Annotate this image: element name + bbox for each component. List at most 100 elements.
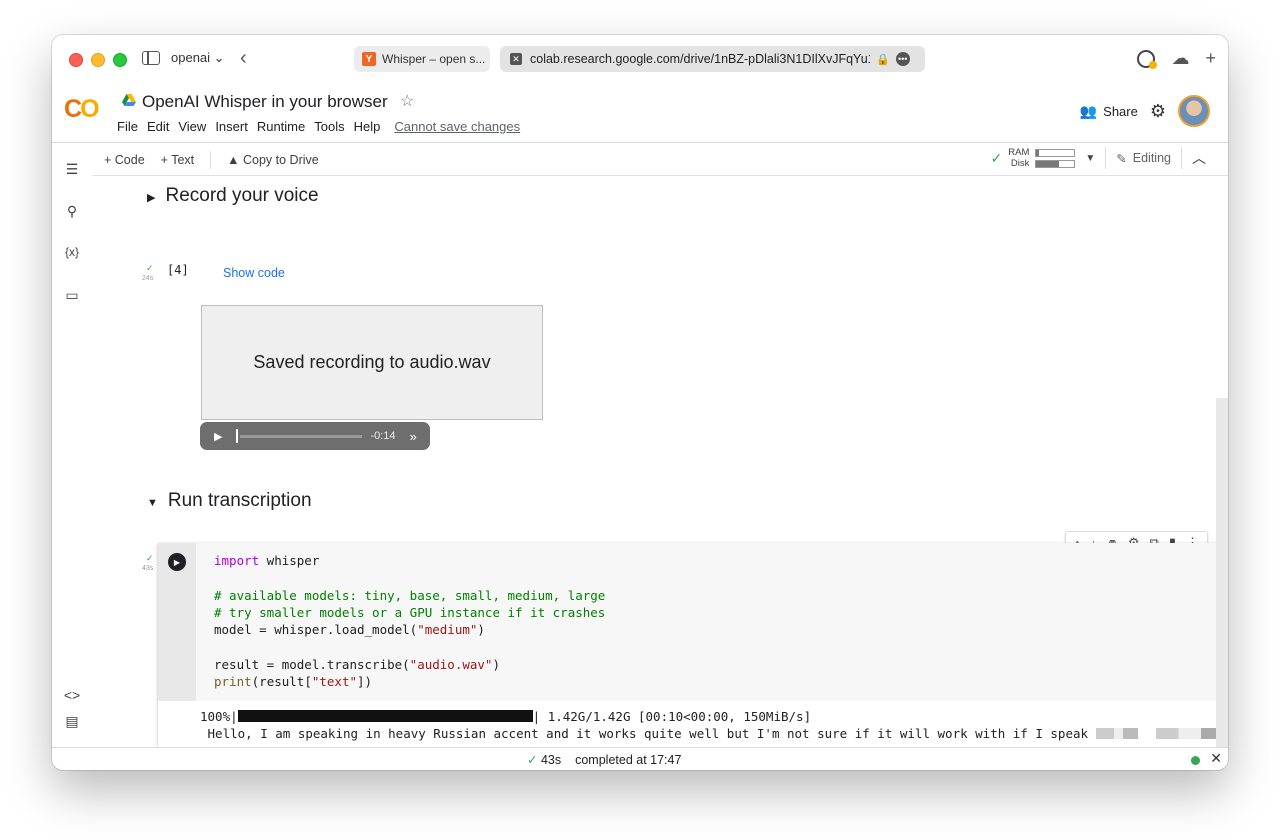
add-code-button[interactable]: + Code bbox=[104, 153, 145, 167]
back-arrow-icon[interactable]: ‹ bbox=[240, 47, 247, 70]
show-code-link[interactable]: Show code bbox=[223, 266, 285, 280]
pencil-icon: ✎ bbox=[1116, 151, 1127, 166]
close-tab-icon[interactable]: ✕ bbox=[510, 53, 522, 65]
left-rail: ☰ ⚲ {x} ▭ <> ▤ bbox=[52, 143, 92, 747]
new-tab-icon[interactable]: + bbox=[1205, 48, 1216, 69]
menu-runtime[interactable]: Runtime bbox=[257, 119, 305, 134]
fast-forward-icon[interactable]: » bbox=[410, 429, 417, 444]
people-icon: 👥 bbox=[1079, 102, 1098, 119]
folder-icon[interactable]: ▭ bbox=[63, 287, 81, 304]
cell-gutter: ▶ bbox=[158, 543, 196, 701]
code-editor[interactable]: import whisper # available models: tiny,… bbox=[196, 543, 1228, 701]
colab-header: CO OpenAI Whisper in your browser ☆ File… bbox=[52, 83, 1228, 143]
transcription-text: Hello, I am speaking in heavy Russian ac… bbox=[200, 725, 1096, 741]
close-status-icon[interactable]: ✕ bbox=[1210, 750, 1222, 767]
colab-logo[interactable]: CO bbox=[64, 95, 100, 124]
seek-bar[interactable] bbox=[240, 434, 363, 438]
toolbar-right: ✓ RAM Disk ▼ ✎ Editing ︿ bbox=[991, 147, 1206, 169]
add-text-button[interactable]: + Text bbox=[161, 153, 194, 167]
collapse-arrow-icon[interactable]: ▼ bbox=[147, 497, 158, 509]
avatar[interactable] bbox=[1178, 95, 1210, 127]
notebook-toolbar: + Code + Text ▲ Copy to Drive ✓ RAM Disk… bbox=[92, 143, 1228, 176]
sidebar-toggle-icon[interactable] bbox=[142, 51, 160, 65]
code-snippets-icon[interactable]: <> bbox=[63, 687, 81, 703]
share-button[interactable]: 👥 Share bbox=[1080, 103, 1138, 120]
drive-icon[interactable] bbox=[122, 94, 136, 106]
recording-message: Saved recording to audio.wav bbox=[201, 305, 543, 420]
settings-gear-icon[interactable]: ⚙ bbox=[1150, 101, 1166, 122]
browser-window: openai ⌄ ‹ Y Whisper – open s... ✕ colab… bbox=[52, 35, 1228, 770]
notebook-content: ▶ Record your voice ✓ 24s [4] Show code S… bbox=[92, 176, 1228, 747]
browser-titlebar: openai ⌄ ‹ Y Whisper – open s... ✕ colab… bbox=[52, 35, 1228, 83]
ycombinator-icon: Y bbox=[362, 52, 376, 66]
notebook-title[interactable]: OpenAI Whisper in your browser bbox=[142, 92, 388, 112]
audio-player[interactable]: ▶ -0:14 » bbox=[200, 422, 430, 450]
menu-file[interactable]: File bbox=[117, 119, 138, 134]
status-bar: ✓ 43s completed at 17:47 ✕ bbox=[52, 747, 1228, 770]
menu-help[interactable]: Help bbox=[354, 119, 381, 134]
runtime-dropdown-icon[interactable]: ▼ bbox=[1085, 153, 1095, 164]
close-window-button[interactable] bbox=[69, 53, 83, 67]
ram-label: RAM bbox=[1008, 147, 1030, 158]
disk-bar bbox=[1035, 159, 1076, 168]
save-warning-link[interactable]: Cannot save changes bbox=[394, 119, 520, 134]
zoom-window-button[interactable] bbox=[113, 53, 127, 67]
remaining-time: -0:14 bbox=[370, 430, 396, 442]
success-check-icon: ✓ bbox=[146, 553, 154, 563]
section-record[interactable]: ▶ Record your voice bbox=[147, 185, 319, 207]
divider bbox=[210, 151, 212, 169]
address-bar[interactable]: colab.research.google.com/drive/1nBZ-pDl… bbox=[530, 52, 870, 66]
menu-tools[interactable]: Tools bbox=[314, 119, 344, 134]
resource-labels: RAM Disk bbox=[1008, 147, 1029, 169]
exec-time: 43s bbox=[142, 565, 154, 572]
status-duration: 43s bbox=[540, 753, 562, 767]
cell-output: 100%| | 1.42G/1.42G [00:10<00:00, 150MiB/… bbox=[196, 701, 1228, 747]
tab-whisper[interactable]: Y Whisper – open s... bbox=[354, 46, 490, 72]
section-run[interactable]: ▼ Run transcription bbox=[147, 490, 312, 512]
run-cell-button[interactable]: ▶ bbox=[168, 553, 186, 571]
expand-arrow-icon[interactable]: ▶ bbox=[147, 191, 155, 204]
lock-icon: 🔒 bbox=[876, 53, 890, 66]
menu-insert[interactable]: Insert bbox=[215, 119, 248, 134]
variables-icon[interactable]: {x} bbox=[63, 245, 81, 259]
drive-icon: ▲ bbox=[227, 153, 243, 167]
star-icon[interactable]: ☆ bbox=[400, 91, 414, 111]
minimize-window-button[interactable] bbox=[91, 53, 105, 67]
scrollbar[interactable] bbox=[1216, 398, 1228, 747]
redacted-text bbox=[1095, 727, 1228, 739]
code-cell[interactable]: ▶ import whisper # available models: tin… bbox=[158, 543, 1228, 747]
browser-actions: ☁ + bbox=[1137, 48, 1216, 69]
cloud-icon[interactable]: ☁ bbox=[1171, 48, 1189, 69]
resource-bars bbox=[1035, 148, 1076, 168]
status-completed: completed at 17:47 bbox=[575, 752, 682, 767]
copy-to-drive-button[interactable]: ▲ Copy to Drive bbox=[227, 153, 319, 167]
ram-bar-fill bbox=[1036, 149, 1040, 156]
tab-colab[interactable]: ✕ colab.research.google.com/drive/1nBZ-p… bbox=[500, 46, 925, 72]
header-actions: 👥 Share ⚙ bbox=[1080, 95, 1210, 127]
toolbar-left: + Code + Text ▲ Copy to Drive bbox=[104, 151, 319, 169]
extension-icon[interactable] bbox=[1137, 49, 1158, 69]
editing-label: Editing bbox=[1132, 151, 1171, 165]
resources-indicator[interactable]: ✓ RAM Disk bbox=[991, 147, 1076, 169]
menu-view[interactable]: View bbox=[178, 119, 206, 134]
playhead[interactable] bbox=[236, 429, 239, 443]
disk-bar-fill bbox=[1036, 160, 1060, 167]
menu-bar: File Edit View Insert Runtime Tools Help… bbox=[117, 119, 520, 134]
divider bbox=[1181, 147, 1182, 169]
more-icon[interactable]: ••• bbox=[895, 52, 910, 66]
disk-label: Disk bbox=[1010, 158, 1030, 169]
toc-icon[interactable]: ☰ bbox=[63, 161, 81, 178]
command-palette-icon[interactable]: ▤ bbox=[63, 713, 81, 730]
collapse-header-icon[interactable]: ︿ bbox=[1192, 148, 1206, 168]
editing-mode-button[interactable]: ✎ Editing bbox=[1116, 151, 1171, 166]
window-controls bbox=[69, 53, 127, 67]
connected-dot-icon bbox=[1191, 756, 1200, 765]
download-progress-bar bbox=[237, 710, 533, 722]
play-icon[interactable]: ▶ bbox=[214, 430, 222, 443]
profile-selector[interactable]: openai ⌄ bbox=[171, 50, 225, 66]
search-icon[interactable]: ⚲ bbox=[63, 203, 81, 220]
tab-label: Whisper – open s... bbox=[382, 52, 486, 66]
execution-status[interactable]: ✓ 43s completed at 17:47 bbox=[527, 752, 682, 768]
menu-edit[interactable]: Edit bbox=[147, 119, 169, 134]
share-label: Share bbox=[1103, 103, 1138, 119]
